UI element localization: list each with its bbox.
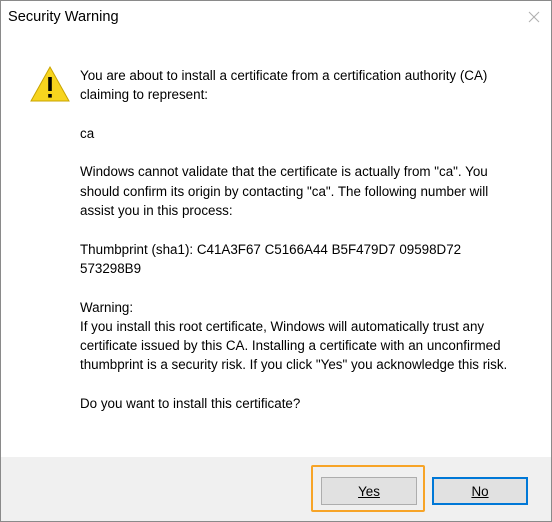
title-bar[interactable]: Security Warning (1, 1, 551, 33)
intro-text: You are about to install a certificate f… (80, 68, 492, 103)
no-button[interactable]: No (432, 477, 528, 505)
yes-button[interactable]: Yes (321, 477, 417, 505)
dialog-title: Security Warning (8, 9, 119, 25)
warning-icon (29, 65, 71, 103)
subject-name: ca (80, 125, 95, 141)
thumbprint-text: Thumbprint (sha1): C41A3F67 C5166A44 B5F… (80, 241, 465, 276)
button-bar: Yes No (1, 457, 551, 521)
yes-button-label: Yes (358, 483, 380, 499)
dialog-content: You are about to install a certificate f… (1, 33, 551, 457)
message-text: You are about to install a certificate f… (80, 66, 525, 433)
validation-text: Windows cannot validate that the certifi… (80, 164, 492, 219)
warning-heading: Warning: (80, 299, 134, 315)
close-icon[interactable] (526, 9, 542, 25)
warning-body: If you install this root certificate, Wi… (80, 318, 508, 373)
security-warning-dialog: Security Warning You are about to instal… (0, 0, 552, 522)
confirm-question: Do you want to install this certificate? (80, 396, 301, 412)
no-button-label: No (471, 483, 489, 499)
